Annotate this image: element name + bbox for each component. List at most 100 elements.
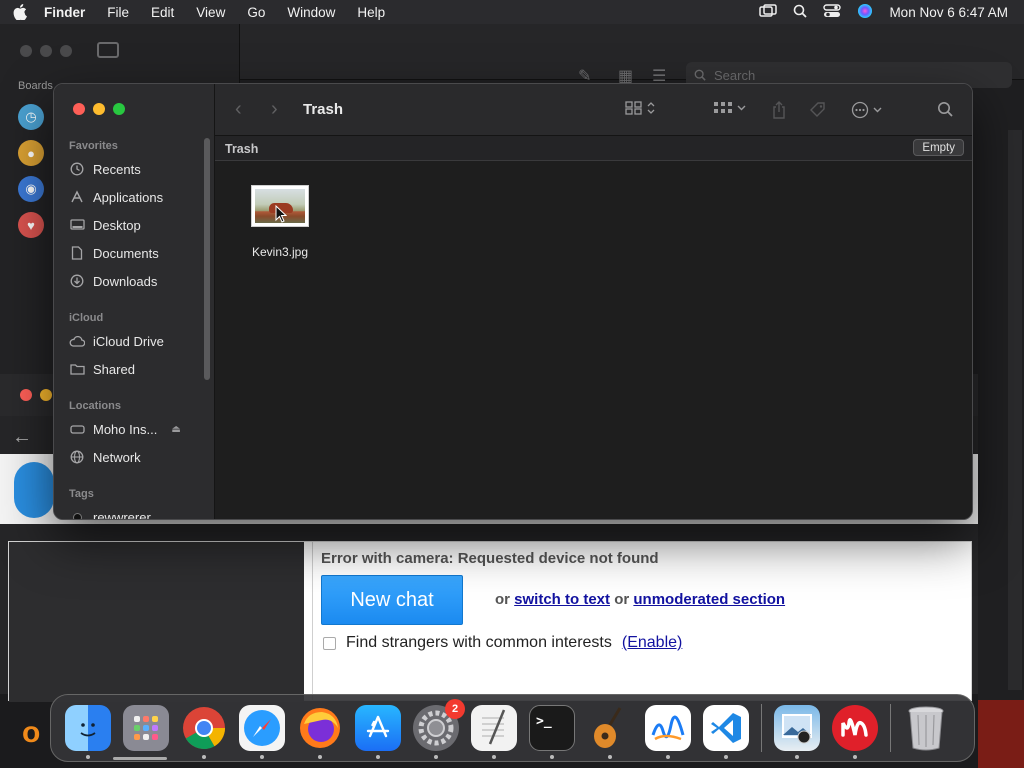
forward-icon[interactable]: › (271, 98, 278, 121)
menu-go[interactable]: Go (236, 5, 276, 20)
site-logo-icon (14, 462, 54, 518)
menu-window[interactable]: Window (276, 5, 346, 20)
sidebar-item-label: Downloads (93, 273, 158, 289)
siri-icon[interactable] (857, 3, 873, 22)
unmoderated-section-link[interactable]: unmoderated section (633, 591, 785, 608)
board-favorites-icon[interactable]: ♥ (18, 212, 44, 238)
dock-item-moho[interactable] (826, 699, 884, 759)
sidebar-item-documents[interactable]: Documents (69, 245, 159, 261)
sidebar-item-label: Recents (93, 161, 141, 177)
freeform-icon (645, 705, 691, 751)
more-actions-icon[interactable] (851, 101, 882, 119)
moho-icon (832, 705, 878, 751)
chat-area: Error with camera: Requested device not … (8, 541, 972, 702)
background-scrollbar[interactable] (1008, 130, 1022, 690)
menu-edit[interactable]: Edit (140, 5, 185, 20)
sidebar-item-label: Shared (93, 361, 135, 377)
tag-icon[interactable] (809, 101, 827, 119)
board-people-icon[interactable]: ◉ (18, 176, 44, 202)
browser-minimize-button[interactable] (40, 389, 52, 401)
interests-checkbox[interactable] (323, 636, 336, 650)
sidebar-item-network[interactable]: Network (69, 449, 141, 465)
dock-item-freeform[interactable] (639, 699, 697, 759)
board-shared-icon[interactable]: ● (18, 140, 44, 166)
group-by-icon[interactable] (713, 101, 746, 115)
eject-icon[interactable]: ⏏ (171, 424, 180, 435)
dock-item-firefox[interactable] (291, 699, 349, 759)
dock-item-system-settings[interactable]: 2 (407, 699, 465, 759)
sidebar-item-downloads[interactable]: Downloads (69, 273, 157, 289)
sidebar-item-moho-installer[interactable]: Moho Ins... ⏏ (69, 421, 181, 437)
cloud-icon (69, 333, 85, 349)
sidebar-item-icloud-drive[interactable]: iCloud Drive (69, 333, 164, 349)
sidebar-item-label: Moho Ins... (93, 421, 158, 437)
sidebar-item-shared[interactable]: Shared (69, 361, 135, 377)
menu-clock[interactable]: Mon Nov 6 6:47 AM (889, 5, 1008, 20)
finder-content-area[interactable]: Kevin3.jpg (215, 161, 972, 519)
app-store-icon (355, 705, 401, 751)
search-icon[interactable] (937, 101, 953, 117)
sidebar-item-recents[interactable]: Recents (69, 161, 141, 177)
dock-item-safari[interactable] (233, 699, 291, 759)
enable-interests-link[interactable]: (Enable) (622, 634, 682, 652)
menu-view[interactable]: View (185, 5, 236, 20)
dock-item-app-store[interactable] (349, 699, 407, 759)
sidebar-item-tag[interactable]: rewwrerer (69, 509, 151, 519)
search-icon (694, 69, 706, 81)
trash-icon (903, 705, 949, 751)
or-text: or (614, 591, 630, 608)
settings-icon: 2 (413, 699, 465, 751)
dock-separator (761, 704, 762, 752)
sidebar-scrollbar[interactable] (204, 138, 210, 380)
dock-item-vscode[interactable] (697, 699, 755, 759)
shared-folder-icon (69, 361, 85, 377)
dock-item-preview[interactable] (768, 699, 826, 759)
menu-app-name[interactable]: Finder (40, 5, 96, 20)
browser-close-button[interactable] (20, 389, 32, 401)
dock-item-launchpad[interactable] (117, 699, 175, 757)
control-center-icon[interactable] (823, 3, 842, 21)
dock-item-terminal[interactable]: >_ (523, 699, 581, 759)
dock-hover-indicator (113, 757, 167, 760)
zoom-button[interactable] (113, 103, 125, 115)
sidebar-toggle-icon[interactable] (97, 42, 119, 58)
window-title: Trash (303, 101, 344, 118)
spotlight-search-icon[interactable] (793, 4, 808, 21)
dock-item-textedit[interactable] (465, 699, 523, 759)
board-clock-icon[interactable]: ◷ (18, 104, 44, 130)
dock-item-garageband[interactable] (581, 699, 639, 759)
document-icon (69, 245, 85, 261)
boards-label: Boards (18, 80, 53, 92)
trash-header-bar: Trash Empty (215, 136, 972, 161)
interests-label: Find strangers with common interests (346, 634, 612, 651)
chat-controls-panel: Error with camera: Requested device not … (312, 542, 971, 700)
safari-icon (239, 705, 285, 751)
dock-item-chrome[interactable] (175, 699, 233, 759)
sidebar-item-label: Documents (93, 245, 159, 261)
vscode-icon (703, 705, 749, 751)
close-button[interactable] (73, 103, 85, 115)
finder-toolbar: ‹ › Trash (215, 84, 972, 136)
share-icon[interactable] (772, 101, 786, 119)
minimize-button[interactable] (93, 103, 105, 115)
switch-to-text-link[interactable]: switch to text (514, 591, 610, 608)
mouse-pointer-icon (275, 204, 288, 228)
browser-back-icon[interactable]: ← (12, 426, 32, 449)
dock-item-trash[interactable] (897, 699, 955, 757)
path-label: Trash (225, 142, 259, 156)
new-chat-button[interactable]: New chat (321, 575, 463, 625)
tags-heading: Tags (69, 488, 94, 500)
apple-menu-icon[interactable] (0, 4, 40, 20)
empty-trash-button[interactable]: Empty (913, 139, 964, 156)
view-mode-icon[interactable] (625, 101, 655, 115)
menu-file[interactable]: File (96, 5, 140, 20)
sidebar-item-applications[interactable]: Applications (69, 189, 163, 205)
menu-help[interactable]: Help (346, 5, 396, 20)
globe-icon (69, 449, 85, 465)
back-icon[interactable]: ‹ (235, 98, 242, 121)
search-placeholder: Search (714, 67, 756, 83)
dock-item-finder[interactable] (59, 699, 117, 759)
screen-mirroring-icon[interactable] (759, 3, 778, 21)
download-icon (69, 273, 85, 289)
sidebar-item-desktop[interactable]: Desktop (69, 217, 141, 233)
